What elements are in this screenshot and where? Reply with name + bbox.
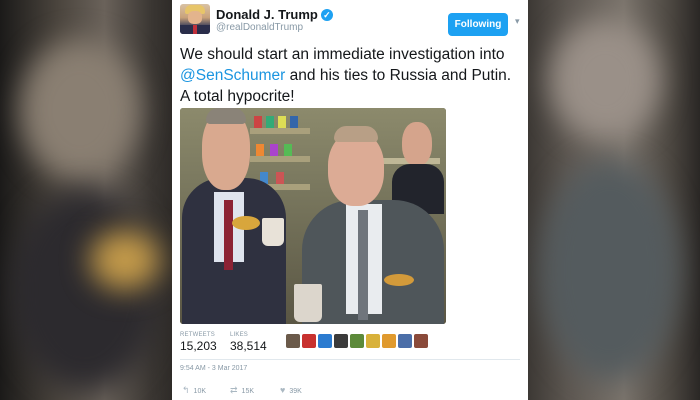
liker-avatars (286, 334, 446, 348)
liker-avatar[interactable] (414, 334, 428, 348)
blurred-backdrop-right (510, 0, 700, 400)
chevron-down-icon[interactable]: ▾ (515, 16, 520, 27)
likes-value: 38,514 (230, 339, 267, 353)
photo-person-left-tie (224, 200, 233, 270)
avatar[interactable] (180, 4, 210, 34)
author-name-text[interactable]: Donald J. Trump (216, 7, 318, 22)
backdrop-suit-blur (540, 160, 680, 380)
tweet-actions: ↰ 10K ⇄ 15K ♥ 39K (182, 385, 382, 399)
reply-count: 10K (193, 388, 207, 395)
author-handle[interactable]: @realDonaldTrump (216, 22, 303, 33)
tweet-photo[interactable] (180, 108, 446, 324)
photo-cup-right (294, 284, 322, 322)
photo-person-right-tie (358, 210, 368, 320)
retweets-label: RETWEETS (180, 332, 215, 338)
backdrop-food-blur (90, 230, 160, 290)
liker-avatar[interactable] (366, 334, 380, 348)
like-count: 39K (289, 388, 302, 395)
backdrop-face-blur (20, 40, 140, 180)
like-button[interactable]: ♥ 39K (280, 385, 302, 395)
photo-person-right-face (328, 132, 384, 206)
photo-person-right-hair (334, 126, 378, 142)
reply-icon: ↰ (182, 385, 190, 395)
retweets-stat[interactable]: RETWEETS 15,203 (180, 332, 217, 353)
photo-pastry-right (384, 274, 414, 286)
tweet-header: Donald J. Trump ✓ @realDonaldTrump Follow… (180, 4, 520, 38)
tweet-card: Donald J. Trump ✓ @realDonaldTrump Follow… (172, 0, 528, 400)
retweet-icon: ⇄ (230, 385, 238, 395)
divider (180, 359, 520, 360)
liker-avatar[interactable] (382, 334, 396, 348)
reply-button[interactable]: ↰ 10K (182, 385, 206, 396)
retweet-count: 15K (241, 388, 255, 395)
liker-avatar[interactable] (318, 334, 332, 348)
tweet-stats: RETWEETS 15,203 LIKES 38,514 (180, 332, 520, 358)
liker-avatar[interactable] (302, 334, 316, 348)
retweets-value: 15,203 (180, 339, 217, 353)
blurred-backdrop-left (0, 0, 190, 400)
liker-avatar[interactable] (350, 334, 364, 348)
heart-icon: ♥ (280, 385, 286, 395)
mention-link[interactable]: @SenSchumer (180, 67, 285, 84)
verified-badge-icon: ✓ (320, 9, 333, 21)
photo-cup-left (262, 218, 284, 246)
likes-stat[interactable]: LIKES 38,514 (230, 332, 267, 353)
photo-person-background-face (402, 122, 432, 166)
tweet-text-start: We should start an immediate investigati… (180, 46, 505, 63)
liker-avatar[interactable] (334, 334, 348, 348)
liker-avatar[interactable] (286, 334, 300, 348)
liker-avatar[interactable] (398, 334, 412, 348)
photo-person-left-hair (206, 108, 246, 124)
backdrop-suit-blur (10, 190, 160, 390)
author-name[interactable]: Donald J. Trump ✓ (216, 7, 333, 22)
tweet-timestamp[interactable]: 9:54 AM - 3 Mar 2017 (180, 365, 247, 372)
photo-pastry-left (232, 216, 260, 230)
backdrop-face-blur (550, 20, 660, 140)
retweet-button[interactable]: ⇄ 15K (230, 385, 254, 396)
following-button[interactable]: Following (448, 13, 508, 36)
likes-label: LIKES (230, 332, 249, 338)
tweet-text: We should start an immediate investigati… (180, 44, 520, 107)
